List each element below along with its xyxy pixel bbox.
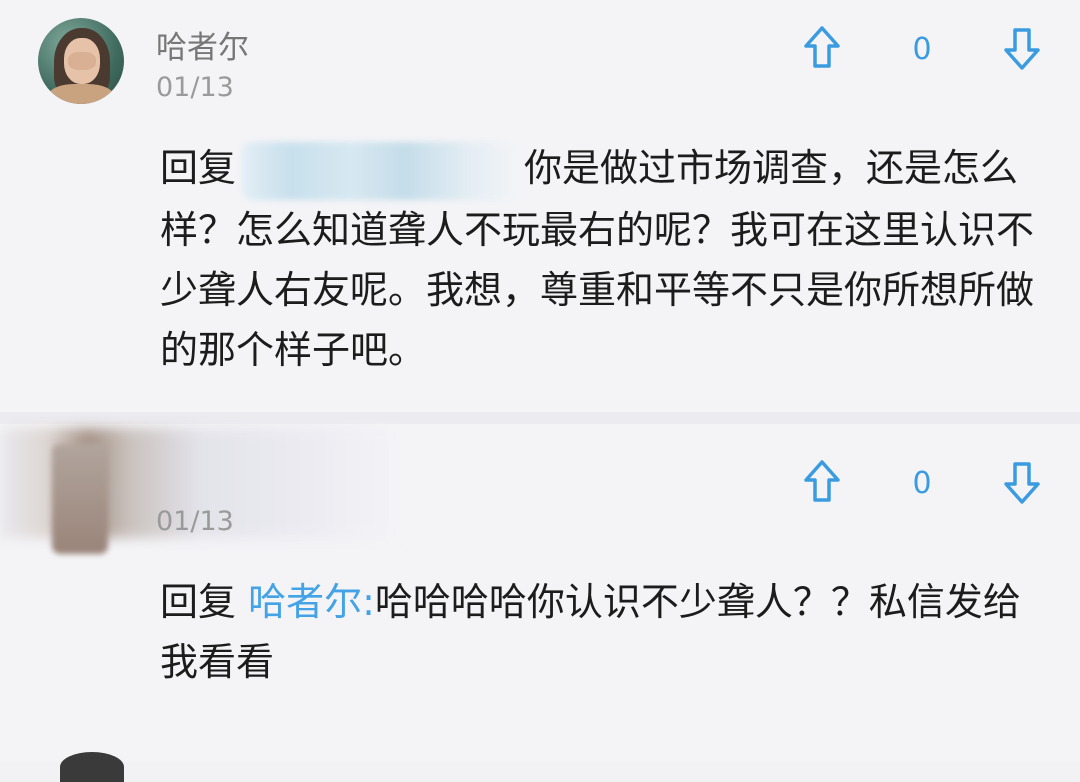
reply-prefix: 回复 [160,580,237,624]
comment-body: 回复 你是做过市场调查，还是怎么样？怎么知道聋人不玩最右的呢？我可在这里认识不少聋… [160,138,1040,380]
avatar[interactable] [52,444,108,554]
comment-divider [0,412,1080,424]
avatar[interactable] [38,18,124,104]
downvote-arrow-icon[interactable] [1002,458,1042,506]
upvote-arrow-icon[interactable] [802,24,842,72]
vote-controls: 0 [802,458,1042,514]
comment-author[interactable]: 哈者尔 [156,22,249,67]
vote-count: 0 [912,466,932,501]
mention-link[interactable]: 哈者尔: [248,580,375,624]
vote-count: 0 [912,32,932,67]
comment-date: 01/13 [156,72,234,103]
reply-prefix: 回复 [160,146,237,190]
comment-item: 01/13 0 回复 哈者尔:哈哈哈哈你认识不少聋人？？私信发给我看看 [0,424,1080,762]
comment-body: 回复 哈者尔:哈哈哈哈你认识不少聋人？？私信发给我看看 [160,572,1040,692]
avatar[interactable] [60,752,124,782]
upvote-arrow-icon[interactable] [802,458,842,506]
blurred-username [242,141,515,200]
comment-date: 01/13 [156,506,234,537]
vote-controls: 0 [802,24,1042,80]
comment-item: 哈者尔 01/13 0 回复 你是做过市场调查，还是怎么样？怎么知道聋人不玩最右的… [0,0,1080,412]
downvote-arrow-icon[interactable] [1002,24,1042,72]
